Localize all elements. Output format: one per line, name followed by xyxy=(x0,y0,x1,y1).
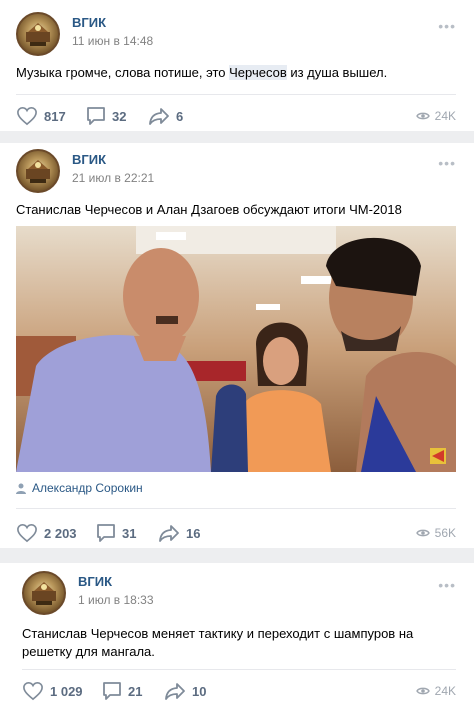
comment-icon xyxy=(103,682,121,700)
post-photo[interactable] xyxy=(16,226,456,472)
comment-icon xyxy=(87,107,105,125)
post-header: ВГИК 21 июл в 22:21 ••• xyxy=(16,149,456,197)
views: 56K xyxy=(415,521,456,545)
like-button[interactable]: 817 xyxy=(16,104,66,128)
comment-button[interactable]: 31 xyxy=(96,521,136,545)
avatar[interactable] xyxy=(22,571,66,615)
post-author[interactable]: ВГИК xyxy=(78,574,112,589)
heart-icon xyxy=(17,106,37,126)
comment-count: 21 xyxy=(128,683,143,699)
comment-icon xyxy=(97,524,115,542)
post-header: ВГИК 1 июл в 18:33 ••• xyxy=(22,571,456,619)
user-icon xyxy=(16,483,26,494)
eye-icon xyxy=(415,112,430,120)
share-button[interactable]: 6 xyxy=(148,104,183,128)
share-count: 16 xyxy=(186,525,201,541)
like-count: 817 xyxy=(44,108,66,124)
eye-icon xyxy=(415,687,430,695)
eye-icon xyxy=(415,529,430,537)
post-card: ВГИК 11 июн в 14:48 ••• Музыка громче, с… xyxy=(0,0,474,131)
share-icon xyxy=(149,108,169,125)
like-count: 2 203 xyxy=(44,525,77,541)
share-icon xyxy=(165,683,185,700)
post-date[interactable]: 21 июл в 22:21 xyxy=(72,171,154,185)
share-count: 10 xyxy=(192,683,207,699)
share-count: 6 xyxy=(176,108,184,124)
post-actions: 2 203 31 16 56K xyxy=(16,521,456,545)
divider xyxy=(16,508,456,509)
avatar[interactable] xyxy=(16,149,60,193)
post-signer[interactable]: Александр Сорокин xyxy=(16,481,143,495)
divider xyxy=(16,94,456,95)
post-text: Станислав Черчесов меняет тактику и пере… xyxy=(22,626,414,659)
avatar-image xyxy=(26,160,50,183)
photo-image xyxy=(16,226,456,472)
post-actions: 1 029 21 10 24K xyxy=(22,679,456,703)
post-date[interactable]: 1 июл в 18:33 xyxy=(78,593,154,607)
avatar-image xyxy=(32,582,56,605)
views-count: 56K xyxy=(434,526,456,540)
post-date[interactable]: 11 июн в 14:48 xyxy=(72,34,153,48)
comment-count: 31 xyxy=(122,525,137,541)
signer-name: Александр Сорокин xyxy=(32,481,143,495)
heart-icon xyxy=(17,523,37,543)
like-button[interactable]: 2 203 xyxy=(16,521,77,545)
avatar-image xyxy=(26,23,50,46)
post-header: ВГИК 11 июн в 14:48 ••• xyxy=(16,12,456,60)
more-icon[interactable]: ••• xyxy=(438,577,456,593)
heart-icon xyxy=(23,681,43,701)
post-actions: 817 32 6 24K xyxy=(16,104,456,128)
post-author[interactable]: ВГИК xyxy=(72,15,106,30)
post-card: ВГИК 1 июл в 18:33 ••• Станислав Черчесо… xyxy=(0,563,474,719)
share-button[interactable]: 10 xyxy=(164,679,206,703)
like-count: 1 029 xyxy=(50,683,83,699)
more-icon[interactable]: ••• xyxy=(438,18,456,34)
divider xyxy=(22,669,456,670)
comment-button[interactable]: 21 xyxy=(102,679,142,703)
comment-button[interactable]: 32 xyxy=(86,104,126,128)
views-count: 24K xyxy=(434,684,456,698)
post-text-part: Музыка громче, слова потише, это xyxy=(16,65,230,80)
post-text: Музыка громче, слова потише, это Черчесо… xyxy=(16,64,456,82)
more-icon[interactable]: ••• xyxy=(438,155,456,171)
share-icon xyxy=(159,525,179,542)
post-author[interactable]: ВГИК xyxy=(72,152,106,167)
avatar[interactable] xyxy=(16,12,60,56)
post-text-part: из душа вышел. xyxy=(286,65,388,80)
post-text-link[interactable]: Черчесов xyxy=(229,65,287,80)
like-button[interactable]: 1 029 xyxy=(22,679,83,703)
views: 24K xyxy=(415,104,456,128)
views-count: 24K xyxy=(434,109,456,123)
post-text: Станислав Черчесов и Алан Дзагоев обсужд… xyxy=(16,202,402,217)
share-button[interactable]: 16 xyxy=(158,521,200,545)
views: 24K xyxy=(415,679,456,703)
comment-count: 32 xyxy=(112,108,127,124)
post-card: ВГИК 21 июл в 22:21 ••• Станислав Черчес… xyxy=(0,143,474,548)
